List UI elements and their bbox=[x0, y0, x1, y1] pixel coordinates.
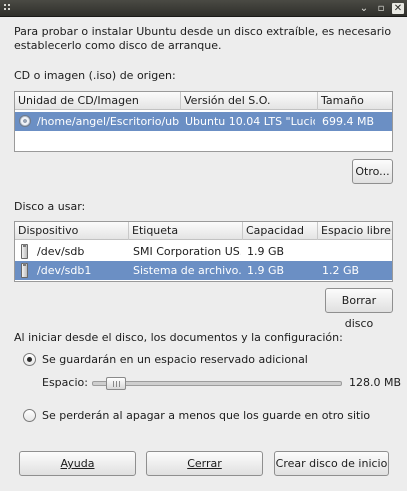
disk-free: 1.2 GB bbox=[322, 264, 360, 277]
disk-capacity: 1.9 GB bbox=[247, 245, 285, 258]
disk-capacity: 1.9 GB bbox=[247, 264, 285, 277]
column-header-unidad[interactable]: Unidad de CD/Imagen bbox=[15, 92, 181, 110]
usb-drive-icon bbox=[21, 263, 28, 278]
persistence-label: Al iniciar desde el disco, los documento… bbox=[14, 331, 343, 344]
source-label: CD o imagen (.iso) de origen: bbox=[14, 69, 176, 82]
disk-device: /dev/sdb1 bbox=[37, 264, 92, 277]
space-slider[interactable] bbox=[92, 381, 342, 386]
option-discard-label[interactable]: Se perderán al apagar a menos que los gu… bbox=[42, 408, 370, 424]
column-header-capacidad[interactable]: Capacidad bbox=[243, 222, 318, 240]
window-menu-icon[interactable] bbox=[4, 4, 14, 13]
source-image-list[interactable]: Unidad de CD/Imagen Versión del S.O. Tam… bbox=[14, 91, 393, 152]
space-value: 128.0 MB bbox=[349, 376, 402, 389]
disk-label-cell: SMI Corporation US... bbox=[133, 245, 241, 258]
intro-line-2: establecerlo como disco de arranque. bbox=[14, 39, 222, 52]
disk-device: /dev/sdb bbox=[37, 245, 85, 258]
source-row[interactable]: /home/angel/Escritorio/ubu... Ubuntu 10.… bbox=[15, 112, 392, 131]
create-startup-disk-button[interactable]: Crear disco de inicio bbox=[274, 451, 389, 476]
other-image-button[interactable]: Otro... bbox=[352, 159, 393, 184]
space-slider-handle[interactable] bbox=[105, 377, 126, 390]
space-label: Espacio: bbox=[42, 376, 88, 389]
source-path: /home/angel/Escritorio/ubu... bbox=[37, 115, 179, 128]
disk-list[interactable]: Dispositivo Etiqueta Capacidad Espacio l… bbox=[14, 221, 393, 282]
column-header-dispositivo[interactable]: Dispositivo bbox=[15, 222, 129, 240]
minimize-button[interactable]: ⌄ bbox=[358, 3, 370, 14]
disk-row[interactable]: /dev/sdb SMI Corporation US... 1.9 GB bbox=[15, 242, 392, 261]
source-version: Ubuntu 10.04 LTS "Lucid... bbox=[185, 115, 315, 128]
radio-discard-changes[interactable] bbox=[23, 409, 36, 422]
option-reserved-label[interactable]: Se guardarán en un espacio reservado adi… bbox=[42, 352, 308, 368]
column-header-espacio-libre[interactable]: Espacio libre bbox=[318, 222, 394, 240]
close-window-button[interactable]: ✕ bbox=[392, 3, 404, 14]
usb-drive-icon bbox=[21, 244, 28, 259]
disk-label: Disco a usar: bbox=[14, 200, 86, 213]
disk-free bbox=[322, 242, 392, 261]
source-size: 699.4 MB bbox=[322, 115, 375, 128]
source-list-header: Unidad de CD/Imagen Versión del S.O. Tam… bbox=[15, 92, 392, 110]
help-button[interactable]: Ayuda bbox=[19, 451, 136, 476]
column-header-version[interactable]: Versión del S.O. bbox=[181, 92, 318, 110]
help-button-label: Ayuda bbox=[60, 457, 95, 470]
column-header-tamano[interactable]: Tamaño bbox=[318, 92, 394, 110]
close-button[interactable]: Cerrar bbox=[146, 451, 263, 476]
erase-disk-button[interactable]: Borrar disco bbox=[325, 288, 393, 330]
radio-reserved-space[interactable] bbox=[23, 353, 36, 366]
close-button-label: Cerrar bbox=[187, 457, 222, 470]
disk-row[interactable]: /dev/sdb1 Sistema de archivo... 1.9 GB 1… bbox=[15, 261, 392, 280]
disk-label-cell: Sistema de archivo... bbox=[133, 264, 241, 277]
cd-icon bbox=[19, 115, 31, 127]
maximize-button[interactable]: ▫ bbox=[375, 3, 387, 14]
disk-list-header: Dispositivo Etiqueta Capacidad Espacio l… bbox=[15, 222, 392, 240]
column-header-etiqueta[interactable]: Etiqueta bbox=[129, 222, 243, 240]
title-bar: ⌄ ▫ ✕ bbox=[0, 0, 407, 17]
